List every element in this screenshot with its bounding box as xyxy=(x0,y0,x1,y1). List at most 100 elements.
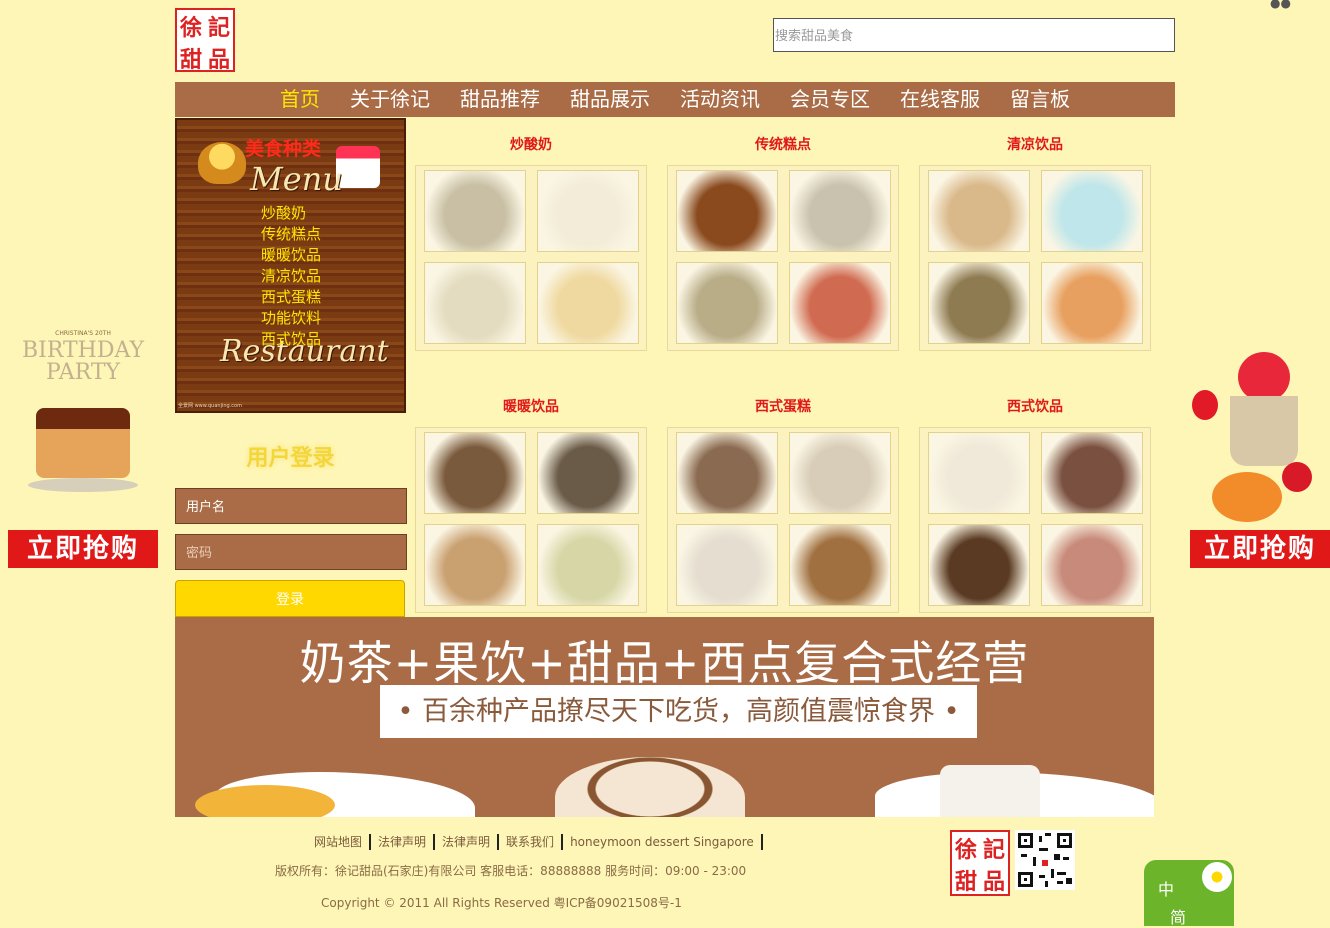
footer-link-legal[interactable]: 法律声明 xyxy=(438,834,500,850)
logo-char: 記 xyxy=(207,16,230,41)
dessert-thumbnail[interactable] xyxy=(676,262,778,344)
dessert-thumbnail[interactable] xyxy=(789,432,891,514)
category-card xyxy=(919,427,1151,613)
logo-char: 品 xyxy=(207,48,230,73)
username-field[interactable] xyxy=(175,488,407,524)
login-title: 用户登录 xyxy=(246,446,335,471)
nav-item-showcase[interactable]: 甜品展示 xyxy=(570,82,650,117)
footer-link-contact[interactable]: 联系我们 xyxy=(502,834,564,850)
menu-item[interactable]: 清凉饮品 xyxy=(261,266,321,287)
dessert-thumbnail[interactable] xyxy=(424,262,526,344)
cake-plate xyxy=(28,478,138,492)
dessert-thumbnail[interactable] xyxy=(537,524,639,606)
logo-char: 甜 xyxy=(954,870,977,895)
company-info: 版权所有：徐记甜品(石家庄)有限公司 客服电话：88888888 服务时间：09… xyxy=(275,864,747,878)
footer-logo: 徐 記 甜 品 xyxy=(950,830,1010,896)
dessert-thumbnail[interactable] xyxy=(789,170,891,252)
menu-item[interactable]: 炒酸奶 xyxy=(261,203,321,224)
dessert-thumbnail[interactable] xyxy=(424,170,526,252)
menu-credit: 全景网 www.quanjing.com xyxy=(178,403,242,409)
nav-item-members[interactable]: 会员专区 xyxy=(790,82,870,117)
menu-item[interactable]: 西式蛋糕 xyxy=(261,287,321,308)
search-input[interactable] xyxy=(773,18,1175,52)
fruit-image xyxy=(195,785,335,817)
logo-char: 品 xyxy=(982,870,1005,895)
cup-image xyxy=(1230,396,1298,466)
category-card xyxy=(667,165,899,351)
category-card xyxy=(415,427,647,613)
site-logo[interactable]: 徐 記 甜 品 xyxy=(175,8,235,73)
category-card xyxy=(415,165,647,351)
language-switch[interactable]: 中 简 xyxy=(1144,860,1234,928)
footer-link-legal[interactable]: 法律声明 xyxy=(374,834,436,850)
category-title[interactable]: 西式饮品 xyxy=(919,396,1151,416)
right-fruit-ad[interactable] xyxy=(1190,352,1330,532)
footer-link-singapore[interactable]: honeymoon dessert Singapore xyxy=(566,834,763,850)
dessert-thumbnail[interactable] xyxy=(676,432,778,514)
papaya-image xyxy=(1212,472,1282,522)
category-title[interactable]: 传统糕点 xyxy=(667,134,899,154)
category-title[interactable]: 西式蛋糕 xyxy=(667,396,899,416)
dessert-thumbnail[interactable] xyxy=(537,262,639,344)
qr-code-icon xyxy=(1015,830,1075,890)
corner-icon: ●● xyxy=(1270,0,1291,10)
lang-simplified[interactable]: 简 xyxy=(1170,904,1186,928)
milk-drink-image xyxy=(940,765,1040,817)
dessert-thumbnail[interactable] xyxy=(537,170,639,252)
dessert-thumbnail[interactable] xyxy=(537,432,639,514)
left-buy-now-button[interactable]: 立即抢购 xyxy=(8,530,158,568)
menu-word: Menu xyxy=(250,160,343,198)
latte-art-image xyxy=(555,757,745,817)
left-birthday-ad[interactable]: CHRISTINA'S 20TH BIRTHDAY PARTY xyxy=(8,330,158,530)
category-title[interactable]: 暖暖饮品 xyxy=(415,396,647,416)
strawberry-image xyxy=(1282,462,1312,492)
cake-image xyxy=(36,408,130,478)
right-buy-now-button[interactable]: 立即抢购 xyxy=(1190,530,1330,568)
menu-list: 炒酸奶 传统糕点 暖暖饮品 清凉饮品 西式蛋糕 功能饮料 西式饮品 xyxy=(261,203,321,350)
daisy-icon xyxy=(1202,862,1232,892)
dessert-thumbnail[interactable] xyxy=(676,170,778,252)
category-card xyxy=(919,165,1151,351)
menu-item[interactable]: 暖暖饮品 xyxy=(261,245,321,266)
dessert-thumbnail[interactable] xyxy=(789,262,891,344)
banner-headline: 奶茶+果饮+甜品+西点复合式经营 xyxy=(299,636,1030,690)
dessert-thumbnail[interactable] xyxy=(789,524,891,606)
nav-item-guestbook[interactable]: 留言板 xyxy=(1010,82,1070,117)
nav-item-home[interactable]: 首页 xyxy=(280,82,320,117)
footer-link-sitemap[interactable]: 网站地图 xyxy=(310,834,372,850)
dessert-thumbnail[interactable] xyxy=(928,170,1030,252)
category-title[interactable]: 清凉饮品 xyxy=(919,134,1151,154)
ice-cream-image xyxy=(1238,352,1290,402)
dessert-thumbnail[interactable] xyxy=(1041,432,1143,514)
dessert-thumbnail[interactable] xyxy=(928,262,1030,344)
main-nav: 首页 关于徐记 甜品推荐 甜品展示 活动资讯 会员专区 在线客服 留言板 xyxy=(175,82,1175,117)
nav-item-news[interactable]: 活动资讯 xyxy=(680,82,760,117)
nav-item-recommend[interactable]: 甜品推荐 xyxy=(460,82,540,117)
menu-item[interactable]: 传统糕点 xyxy=(261,224,321,245)
promo-banner[interactable]: 奶茶+果饮+甜品+西点复合式经营 • 百余种产品撩尽天下吃货，高颜值震惊食界 • xyxy=(175,617,1154,817)
strawberry-image xyxy=(1192,390,1218,420)
login-button[interactable]: 登录 xyxy=(175,580,405,617)
dessert-thumbnail[interactable] xyxy=(928,432,1030,514)
logo-char: 甜 xyxy=(179,48,202,73)
logo-char: 徐 xyxy=(954,838,977,863)
tart-icon xyxy=(198,142,246,184)
password-field[interactable] xyxy=(175,534,407,570)
dessert-thumbnail[interactable] xyxy=(1041,170,1143,252)
category-title[interactable]: 炒酸奶 xyxy=(415,134,647,154)
ad-caption: BIRTHDAY PARTY xyxy=(21,338,145,385)
menu-item[interactable]: 功能饮料 xyxy=(261,308,321,329)
ad-small-text: CHRISTINA'S 20TH xyxy=(55,330,111,337)
dessert-thumbnail[interactable] xyxy=(928,524,1030,606)
dessert-thumbnail[interactable] xyxy=(424,524,526,606)
dessert-thumbnail[interactable] xyxy=(424,432,526,514)
lang-traditional[interactable]: 中 xyxy=(1158,876,1174,900)
dessert-thumbnail[interactable] xyxy=(1041,524,1143,606)
category-card xyxy=(667,427,899,613)
dessert-thumbnail[interactable] xyxy=(676,524,778,606)
logo-char: 徐 xyxy=(179,16,202,41)
dessert-thumbnail[interactable] xyxy=(1041,262,1143,344)
menu-item[interactable]: 西式饮品 xyxy=(261,329,321,350)
nav-item-support[interactable]: 在线客服 xyxy=(900,82,980,117)
nav-item-about[interactable]: 关于徐记 xyxy=(350,82,430,117)
